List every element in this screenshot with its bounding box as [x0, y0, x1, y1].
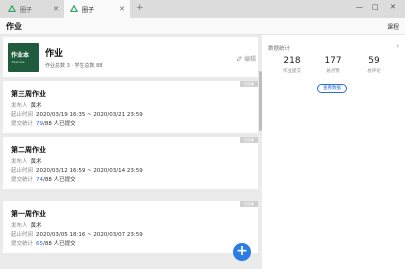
class-name: 作业 — [45, 49, 64, 59]
time-range: 2020/03/05 18:16 ~ 2020/03/07 23:59 — [36, 232, 143, 238]
status-badge: 已结束 — [240, 81, 258, 87]
edit-button[interactable]: 编辑 — [236, 54, 256, 63]
browser-tab-bar: 圈子 ✕ 圈子 ✕ + — □ ✕ — [0, 0, 405, 18]
time-range: 2020/03/12 16:59 ~ 2020/03/14 23:59 — [36, 168, 143, 174]
tab-label: 圈子 — [82, 6, 95, 14]
homework-title: 第一周作业 — [11, 210, 46, 218]
class-card: 作业本 Exercise 作业 作业总数 3 · 学生总数 88 编辑 — [3, 37, 258, 77]
edit-icon — [236, 55, 242, 61]
submitted-count: 79 — [36, 121, 44, 127]
publisher-name: 黄术 — [30, 223, 42, 229]
class-cover: 作业本 Exercise — [8, 43, 39, 72]
page-title: 作业 — [6, 22, 22, 31]
homework-card[interactable]: 已结束 第二周作业 发布人 黄术 起止时间 2020/03/12 16:59 ~ 2… — [3, 137, 258, 189]
publisher-name: 黄术 — [30, 159, 42, 165]
submitted-count: 74 — [36, 177, 44, 183]
publisher-row: 发布人 黄术 — [11, 223, 42, 229]
stat-label: 作业提交 — [283, 69, 301, 74]
stat-submissions: 218 作业提交 — [272, 56, 312, 74]
browser-tab-circle[interactable]: 圈子 ✕ — [2, 0, 64, 18]
new-tab-button[interactable]: + — [136, 3, 144, 13]
stat-comments: 59 总评论 — [354, 56, 394, 74]
publisher-name: 黄术 — [30, 103, 42, 109]
homework-card[interactable]: 已结束 第一周作业 发布人 黄术 起止时间 2020/03/05 18:16 ~ 2… — [3, 201, 258, 253]
submitted-count: 65 — [36, 241, 44, 247]
homework-title: 第二周作业 — [11, 146, 46, 154]
browser-tab-circle-active[interactable]: 圈子 ✕ — [64, 0, 130, 18]
cover-subtitle: Exercise — [12, 60, 25, 64]
add-homework-button[interactable]: + — [233, 243, 251, 261]
close-tab-icon[interactable]: ✕ — [119, 5, 125, 13]
class-stats: 作业总数 3 · 学生总数 88 — [45, 63, 103, 69]
time-row: 起止时间 2020/03/19 16:35 ~ 2020/03/21 23:59 — [11, 112, 143, 118]
maximize-button[interactable]: □ — [372, 3, 379, 11]
publisher-row: 发布人 黄术 — [11, 103, 42, 109]
stat-value: 218 — [283, 56, 301, 66]
publisher-row: 发布人 黄术 — [11, 159, 42, 165]
edit-label: 编辑 — [243, 56, 256, 63]
submit-row: 提交统计 79/88 人已提交 — [11, 121, 76, 127]
stats-title: 数据统计 — [268, 46, 291, 52]
homework-card[interactable]: 已结束 第三周作业 发布人 黄术 起止时间 2020/03/19 16:35 ~ 2… — [3, 81, 258, 133]
time-row: 起止时间 2020/03/05 18:16 ~ 2020/03/07 23:59 — [11, 232, 143, 238]
app-logo-icon — [70, 5, 78, 12]
stat-label: 总评论 — [367, 69, 381, 74]
view-data-button[interactable]: 查看数据 — [317, 84, 347, 93]
course-link[interactable]: 课程 — [387, 22, 399, 31]
tab-label: 圈子 — [20, 6, 33, 14]
time-row: 起止时间 2020/03/12 16:59 ~ 2020/03/14 23:59 — [11, 168, 143, 174]
stat-value: 177 — [324, 56, 342, 66]
stat-label: 总点赞 — [326, 69, 340, 74]
chevron-right-icon[interactable]: › — [396, 42, 399, 50]
close-tab-icon[interactable]: ✕ — [53, 5, 59, 13]
cover-title: 作业本 — [11, 52, 30, 59]
homework-list-area: 作业本 Exercise 作业 作业总数 3 · 学生总数 88 编辑 已结束 … — [0, 35, 262, 269]
status-badge: 已结束 — [240, 137, 258, 143]
stat-likes: 177 总点赞 — [313, 56, 353, 74]
submit-row: 提交统计 74/88 人已提交 — [11, 177, 76, 183]
submit-row: 提交统计 65/88 人已提交 — [11, 241, 76, 247]
homework-title: 第三周作业 — [11, 90, 46, 98]
minimize-button[interactable]: — — [356, 3, 363, 11]
page-header: 作业 课程 — [0, 18, 405, 35]
stat-value: 59 — [368, 56, 380, 66]
time-range: 2020/03/19 16:35 ~ 2020/03/21 23:59 — [36, 112, 143, 118]
stats-panel: 数据统计 › 218 作业提交 177 总点赞 59 总评论 查看数据 — [262, 35, 405, 269]
status-badge: 已结束 — [240, 201, 258, 207]
app-logo-icon — [8, 5, 16, 12]
close-window-button[interactable]: ✕ — [390, 3, 396, 11]
